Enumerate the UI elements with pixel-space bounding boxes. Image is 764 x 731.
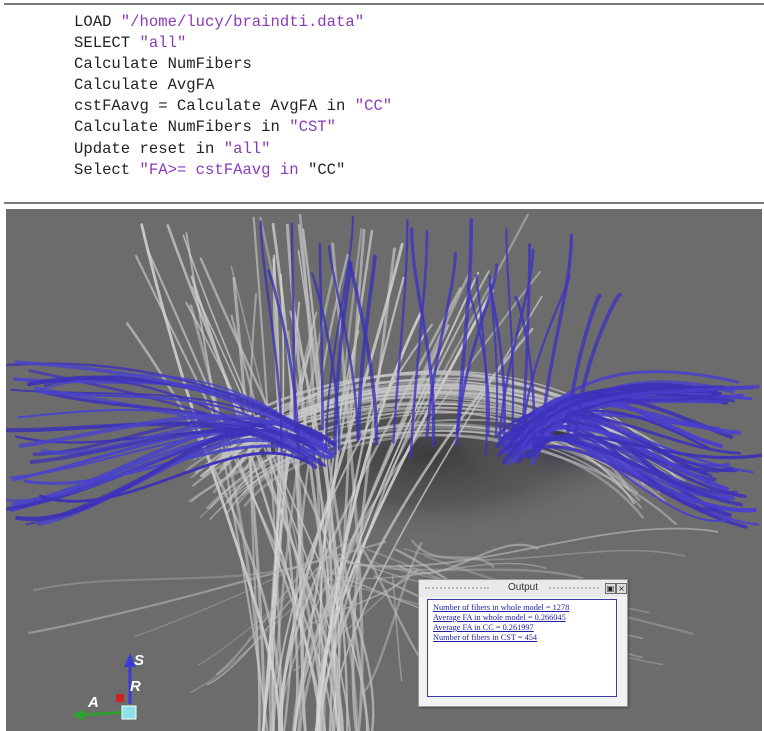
orientation-axes <box>72 653 137 721</box>
anterior-arrow-icon <box>72 709 84 721</box>
output-line[interactable]: Number of fibers in whole model = 1278 <box>433 603 569 612</box>
fiber-tract <box>403 547 686 561</box>
script-line: LOAD "/home/lucy/braindti.data" <box>74 13 365 31</box>
anterior-axis <box>79 710 129 717</box>
top-rule <box>4 3 764 5</box>
float-icon[interactable]: ▣ <box>605 583 616 594</box>
query-script: LOAD "/home/lucy/braindti.data" SELECT "a… <box>74 12 392 181</box>
output-window[interactable]: Output ▣ × Number of fibers in whole mod… <box>418 579 628 707</box>
axis-label-s: S <box>134 652 145 669</box>
close-icon[interactable]: × <box>616 583 627 594</box>
3d-viewport[interactable]: S R A Output ▣ × Number of fibers in who… <box>6 209 762 731</box>
origin-cube-icon <box>121 705 137 720</box>
fiber-tract <box>391 574 403 682</box>
script-line: Calculate AvgFA <box>74 76 215 95</box>
script-line: Select "FA>= cstFAavg in "CC" <box>74 160 346 179</box>
output-line[interactable]: Average FA in CC = 0.261997 <box>433 623 534 632</box>
fiber-tract-render <box>6 213 762 731</box>
axis-label-a: A <box>88 694 99 711</box>
right-axis-marker <box>116 694 124 702</box>
output-title-bar[interactable]: Output ▣ × <box>419 580 627 597</box>
output-text-area[interactable]: Number of fibers in whole model = 1278 A… <box>427 599 617 697</box>
script-panel: LOAD "/home/lucy/braindti.data" SELECT "a… <box>0 0 764 206</box>
axis-label-r: R <box>130 678 141 695</box>
script-line: cstFAavg = Calculate AvgFA in "CC" <box>74 97 393 116</box>
script-line: Calculate NumFibers in "CST" <box>74 118 337 137</box>
bottom-rule <box>4 202 764 204</box>
script-line: Calculate NumFibers <box>74 55 252 74</box>
script-line: SELECT "all" <box>74 34 187 53</box>
output-line[interactable]: Number of fibers in CST = 454 <box>433 633 537 642</box>
output-line[interactable]: Average FA in whole model = 0.266045 <box>433 613 566 622</box>
script-line: Update reset in "all" <box>74 139 271 158</box>
output-title: Output <box>507 582 539 593</box>
